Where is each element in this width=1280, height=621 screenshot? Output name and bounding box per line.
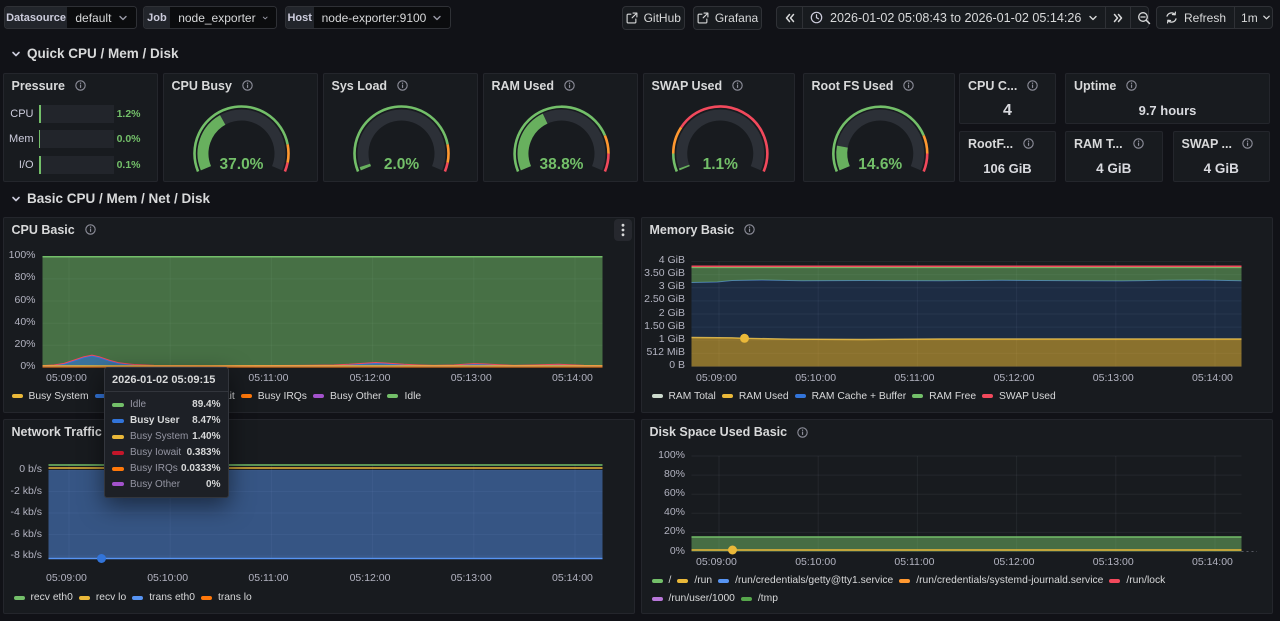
svg-text:2.0%: 2.0% <box>383 156 419 173</box>
svg-text:37.0%: 37.0% <box>219 156 263 173</box>
svg-text:1.1%: 1.1% <box>702 156 738 173</box>
svg-text:14.6%: 14.6% <box>858 156 902 173</box>
svg-text:38.8%: 38.8% <box>539 156 583 173</box>
